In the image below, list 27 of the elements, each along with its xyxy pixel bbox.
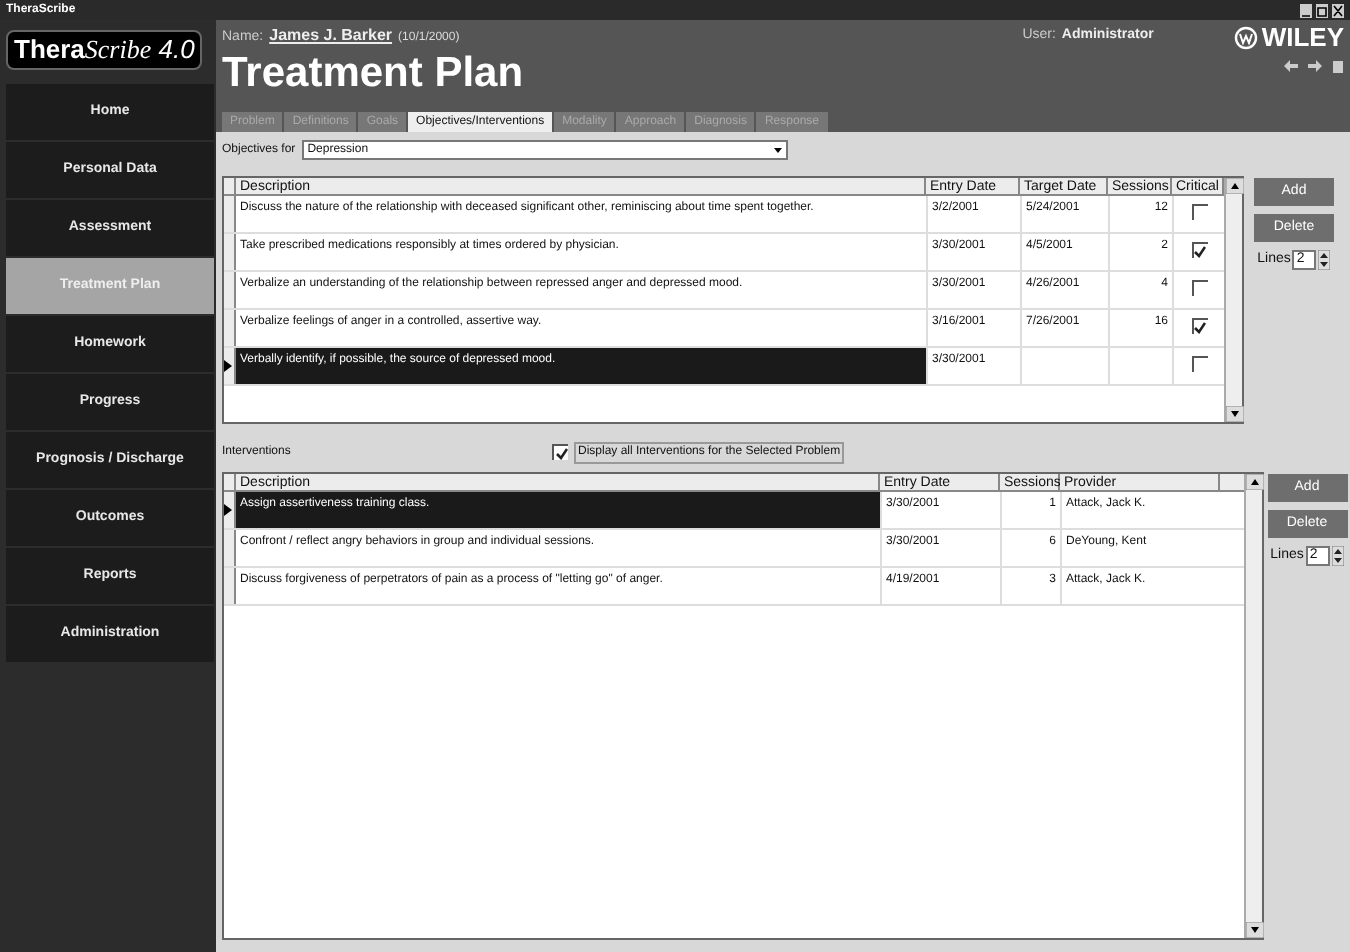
header-spacer (1220, 474, 1244, 492)
emblem-icon (1233, 25, 1258, 49)
window-controls-icon[interactable] (1300, 3, 1344, 17)
page-title: Treatment Plan (222, 49, 524, 97)
row-selector[interactable] (224, 348, 236, 384)
scroll-up-icon[interactable] (1226, 178, 1244, 194)
publisher-logo: WILEY (1261, 24, 1344, 50)
scrollbar[interactable] (1244, 474, 1262, 938)
row-header-corner (224, 178, 236, 196)
forward-icon[interactable] (1308, 60, 1322, 72)
scrollbar[interactable] (1224, 178, 1242, 422)
checkbox[interactable] (552, 444, 568, 460)
spinner-arrows-icon[interactable] (1318, 250, 1331, 271)
scroll-up-icon[interactable] (1246, 474, 1264, 490)
row-selector[interactable] (224, 492, 236, 528)
checkbox[interactable] (1191, 242, 1207, 258)
row-pointer-icon (224, 360, 232, 372)
row-pointer-icon (224, 504, 232, 516)
scroll-down-icon[interactable] (1226, 406, 1244, 422)
patient-link[interactable]: James J. Barker (269, 24, 393, 48)
back-icon[interactable] (1284, 60, 1298, 72)
scroll-down-icon[interactable] (1246, 922, 1264, 938)
document-icon[interactable] (1332, 60, 1344, 74)
spinner-arrows-icon[interactable] (1331, 546, 1344, 567)
row-header-corner (224, 474, 236, 492)
dropdown-caret-icon[interactable] (769, 142, 786, 158)
checkbox[interactable] (1191, 318, 1207, 334)
